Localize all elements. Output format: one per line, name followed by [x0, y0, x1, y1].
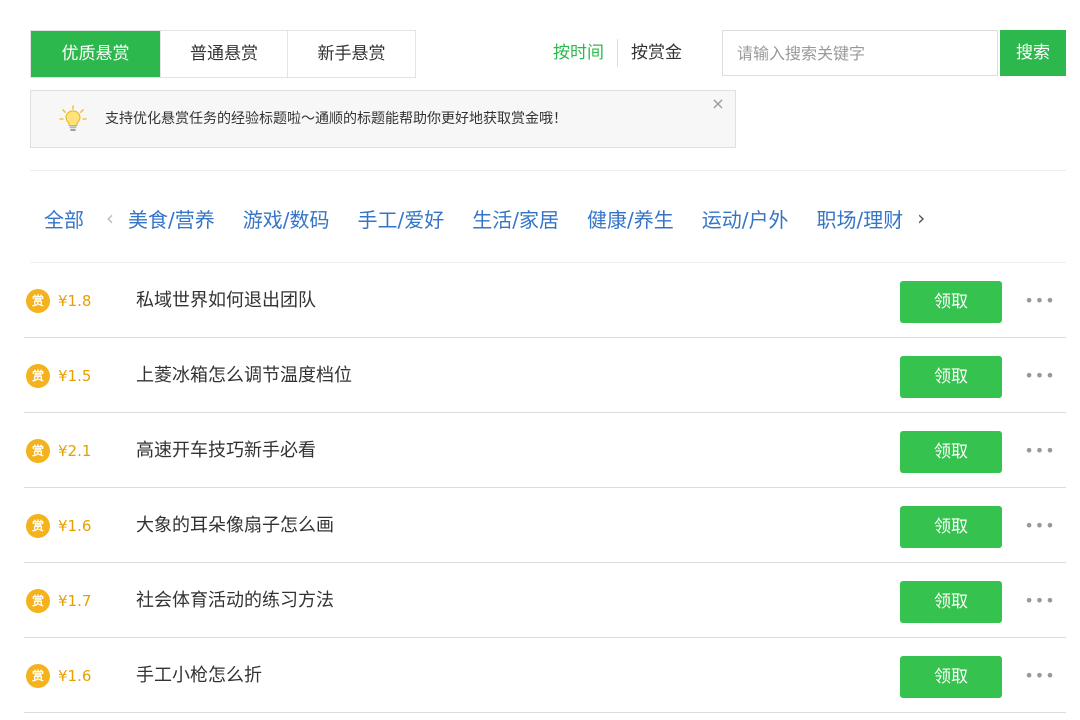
task-row: 赏 ¥1.8 私域世界如何退出团队 领取 ••• — [24, 263, 1066, 338]
category-sports[interactable]: 运动/户外 — [702, 204, 789, 233]
reward-amount: ¥2.1 — [58, 442, 92, 460]
reward-amount: ¥1.6 — [58, 517, 92, 535]
task-title[interactable]: 高速开车技巧新手必看 — [136, 413, 316, 489]
search-button[interactable]: 搜索 — [1000, 30, 1066, 76]
chevron-left-icon[interactable]: ‹ — [106, 206, 114, 230]
claim-button[interactable]: 领取 — [900, 506, 1002, 548]
more-icon[interactable]: ••• — [1022, 664, 1058, 688]
tab-normal-bounty[interactable]: 普通悬赏 — [161, 31, 288, 77]
coin-icon: 赏 — [26, 589, 50, 613]
category-health[interactable]: 健康/养生 — [587, 204, 674, 233]
lightbulb-icon — [59, 105, 87, 131]
reward-amount: ¥1.8 — [58, 292, 92, 310]
claim-button[interactable]: 领取 — [900, 581, 1002, 623]
reward-amount: ¥1.5 — [58, 367, 92, 385]
task-row: 赏 ¥1.5 上菱冰箱怎么调节温度档位 领取 ••• — [24, 338, 1066, 413]
tab-beginner-bounty[interactable]: 新手悬赏 — [288, 31, 415, 77]
close-icon[interactable]: × — [709, 95, 727, 113]
task-row: 赏 ¥2.1 高速开车技巧新手必看 领取 ••• — [24, 413, 1066, 488]
search-box — [722, 30, 998, 76]
task-title[interactable]: 社会体育活动的练习方法 — [136, 563, 334, 639]
category-bar: 全部 ‹ 美食/营养 游戏/数码 手工/爱好 生活/家居 健康/养生 运动/户外… — [30, 198, 1076, 238]
bounty-page: 优质悬赏 普通悬赏 新手悬赏 按时间 按赏金 搜索 支 — [0, 0, 1080, 720]
task-title[interactable]: 大象的耳朵像扇子怎么画 — [136, 488, 334, 564]
sort-by-time[interactable]: 按时间 — [540, 41, 617, 65]
category-career[interactable]: 职场/理财 — [817, 204, 904, 233]
divider — [30, 170, 1066, 171]
claim-button[interactable]: 领取 — [900, 431, 1002, 473]
category-food[interactable]: 美食/营养 — [128, 204, 215, 233]
coin-icon: 赏 — [26, 664, 50, 688]
more-icon[interactable]: ••• — [1022, 514, 1058, 538]
claim-button[interactable]: 领取 — [900, 656, 1002, 698]
coin-icon: 赏 — [26, 364, 50, 388]
task-title[interactable]: 私域世界如何退出团队 — [136, 263, 316, 339]
claim-button[interactable]: 领取 — [900, 281, 1002, 323]
claim-button[interactable]: 领取 — [900, 356, 1002, 398]
task-title[interactable]: 上菱冰箱怎么调节温度档位 — [136, 338, 352, 414]
top-bar: 优质悬赏 普通悬赏 新手悬赏 按时间 按赏金 搜索 — [30, 30, 1066, 78]
coin-icon: 赏 — [26, 439, 50, 463]
task-row: 赏 ¥1.7 社会体育活动的练习方法 领取 ••• — [24, 563, 1066, 638]
category-all[interactable]: 全部 — [44, 204, 84, 233]
more-icon[interactable]: ••• — [1022, 364, 1058, 388]
sort-by-reward[interactable]: 按赏金 — [618, 41, 695, 65]
category-home[interactable]: 生活/家居 — [472, 204, 559, 233]
sort-group: 按时间 按赏金 — [540, 30, 695, 76]
task-row: 赏 ¥1.6 手工小枪怎么折 领取 ••• — [24, 638, 1066, 713]
more-icon[interactable]: ••• — [1022, 439, 1058, 463]
bounty-tabs: 优质悬赏 普通悬赏 新手悬赏 — [30, 30, 416, 78]
coin-icon: 赏 — [26, 514, 50, 538]
task-list: 赏 ¥1.8 私域世界如何退出团队 领取 ••• 赏 ¥1.5 上菱冰箱怎么调节… — [24, 263, 1066, 713]
task-row: 赏 ¥1.6 大象的耳朵像扇子怎么画 领取 ••• — [24, 488, 1066, 563]
coin-icon: 赏 — [26, 289, 50, 313]
chevron-right-icon[interactable]: › — [917, 206, 925, 230]
search-input[interactable] — [723, 31, 997, 75]
tip-banner: 支持优化悬赏任务的经验标题啦～通顺的标题能帮助你更好地获取赏金哦！ × — [30, 90, 736, 148]
category-games[interactable]: 游戏/数码 — [243, 204, 330, 233]
tab-quality-bounty[interactable]: 优质悬赏 — [31, 31, 161, 77]
more-icon[interactable]: ••• — [1022, 289, 1058, 313]
category-crafts[interactable]: 手工/爱好 — [358, 204, 445, 233]
task-title[interactable]: 手工小枪怎么折 — [136, 638, 262, 714]
reward-amount: ¥1.6 — [58, 667, 92, 685]
more-icon[interactable]: ••• — [1022, 589, 1058, 613]
tip-text: 支持优化悬赏任务的经验标题啦～通顺的标题能帮助你更好地获取赏金哦！ — [105, 111, 567, 127]
reward-amount: ¥1.7 — [58, 592, 92, 610]
